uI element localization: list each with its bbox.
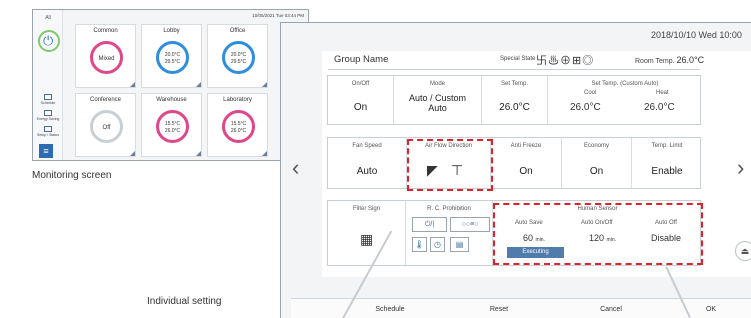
zone-card-laboratory[interactable]: Laboratory 15.5°C 26.0°C [207, 93, 268, 157]
corner-icon [130, 82, 135, 87]
ok-button[interactable]: OK [686, 299, 736, 318]
special-state-label: Special State [500, 56, 536, 62]
rc-prohibition-title: R. C. Prohibition [427, 206, 471, 212]
chevron-right-icon[interactable]: › [737, 157, 744, 179]
filter-reset-icon[interactable]: ▤ [450, 237, 469, 252]
cool-label: Cool [584, 90, 597, 96]
set-temp-value: 26.0°C [499, 102, 530, 113]
set-temp-custom-cell[interactable]: Set Temp. (Custom Auto) Cool Heat 26.0°C… [548, 76, 702, 124]
mode-title: Mode [429, 81, 445, 87]
mode-cell[interactable]: Mode Auto / Custom Auto [394, 76, 482, 124]
zone-card-lobby[interactable]: Lobby 20.0°C 29.5°C [141, 24, 202, 88]
corner-icon [262, 151, 267, 156]
zone-label: Warehouse [156, 97, 187, 103]
set-temp-custom-title: Set Temp. (Custom Auto) [591, 81, 659, 87]
economy-cell[interactable]: Economy On [562, 138, 632, 188]
set-temp-title: Set Temp. [501, 81, 528, 87]
zone-ring: 15.5°C 26.0°C [222, 110, 255, 143]
date-time: 2018/10/10 Wed 10:00 [651, 30, 742, 40]
screenshot-root: All Schedule Energy Saving Setup / Statu… [0, 0, 751, 318]
setup-icon [44, 126, 52, 132]
function-settings-row: Fan Speed Auto Air Flow Direction ◤ ⊤ An… [327, 137, 701, 189]
corner-icon [196, 151, 201, 156]
special-state-icons: 卐♨⊕⊞◎ [536, 55, 595, 67]
sidebar-item-setup[interactable]: Setup / Status [35, 126, 61, 137]
mode-value: Auto / Custom Auto [408, 93, 467, 114]
cancel-button[interactable]: Cancel [581, 299, 641, 318]
temp-limit-title: Temp. Limit [651, 143, 683, 149]
zone-label: Laboratory [223, 97, 252, 103]
zone-ring: Off [90, 110, 123, 143]
chevron-left-icon[interactable]: ‹ [292, 157, 299, 179]
zone-label: Office [229, 28, 246, 34]
basic-settings-row: On/Off On Mode Auto / Custom Auto Set Te… [327, 75, 701, 125]
monitoring-screen: All Schedule Energy Saving Setup / Statu… [32, 9, 309, 161]
filter-sign-title: Filter Sign [352, 206, 380, 212]
set-temp-cell[interactable]: Set Temp. 26.0°C [482, 76, 548, 124]
zone-card-conference[interactable]: Conference Off [75, 93, 136, 157]
zone-card-office[interactable]: Office 20.0°C 29.5°C [207, 24, 268, 88]
zone-label: Lobby [163, 28, 180, 34]
corner-icon [196, 82, 201, 87]
thermometer-icon[interactable]: 🌡 [412, 237, 427, 252]
group-header: Group Name Special State 卐♨⊕⊞◎ Room Temp… [328, 52, 704, 70]
schedule-button[interactable]: Schedule [355, 299, 425, 318]
zone-card-common[interactable]: Common Mixed [75, 24, 136, 88]
individual-caption: Individual setting [147, 296, 222, 307]
power-icon[interactable] [38, 30, 60, 52]
air-flow-highlight [407, 139, 493, 191]
clock-icon[interactable]: ◷ [430, 237, 445, 252]
on-off-value: On [353, 102, 368, 113]
fan-speed-title: Fan Speed [352, 143, 382, 149]
rc-prohibition-cell[interactable]: R. C. Prohibition ⏻/| ○○≡○ 🌡 ◷ ▤ [406, 201, 493, 265]
heat-value: 26.0°C [644, 102, 675, 113]
group-name: Group Name [334, 54, 389, 65]
anti-freeze-title: Anti Freeze [510, 143, 542, 149]
zone-ring: 20.0°C 29.5°C [222, 41, 255, 74]
zone-label: Common [93, 28, 118, 34]
on-off-title: On/Off [351, 81, 370, 87]
economy-title: Economy [583, 143, 609, 149]
all-label: All [45, 15, 51, 21]
monitoring-sidebar: All Schedule Energy Saving Setup / Statu… [33, 10, 63, 160]
zone-card-warehouse[interactable]: Warehouse 15.5°C 26.0°C [141, 93, 202, 157]
sidebar-item-energy[interactable]: Energy Saving [35, 110, 61, 121]
filter-icon: ▦ [360, 231, 374, 247]
corner-icon [262, 82, 267, 87]
cool-value: 26.0°C [570, 102, 601, 113]
heat-label: Heat [656, 90, 669, 96]
anti-freeze-cell[interactable]: Anti Freeze On [491, 138, 562, 188]
reset-button[interactable]: Reset [469, 299, 529, 318]
rc-onoff-button[interactable]: ⏻/| [412, 217, 447, 232]
monitoring-caption: Monitoring screen [32, 170, 112, 181]
energy-icon [44, 110, 52, 116]
temp-limit-cell[interactable]: Temp. Limit Enable [632, 138, 702, 188]
sidebar-item-schedule[interactable]: Schedule [35, 94, 61, 105]
economy-value: On [589, 166, 604, 177]
calendar-icon [44, 94, 52, 100]
zone-ring: 15.5°C 26.0°C [156, 110, 189, 143]
eject-icon[interactable]: ⏏ [735, 241, 751, 261]
corner-icon [130, 151, 135, 156]
zone-ring: Mixed [90, 41, 123, 74]
temp-limit-value: Enable [651, 166, 683, 177]
monitoring-timestamp: 10/05/2021 Tue 03:44 PM [252, 13, 304, 18]
fan-speed-cell[interactable]: Fan Speed Auto [328, 138, 407, 188]
on-off-cell[interactable]: On/Off On [328, 76, 394, 124]
filter-sign-cell[interactable]: Filter Sign ▦ [328, 201, 406, 265]
menu-icon[interactable]: ≡ [39, 144, 53, 158]
fan-speed-value: Auto [356, 166, 378, 177]
zone-ring: 20.0°C 29.5°C [156, 41, 189, 74]
human-sensor-highlight [493, 203, 703, 265]
anti-freeze-value: On [519, 166, 533, 177]
rc-mode-button[interactable]: ○○≡○ [450, 217, 490, 232]
zone-label: Conference [89, 97, 122, 103]
room-temp: Room Temp. 26.0°C [635, 55, 705, 65]
